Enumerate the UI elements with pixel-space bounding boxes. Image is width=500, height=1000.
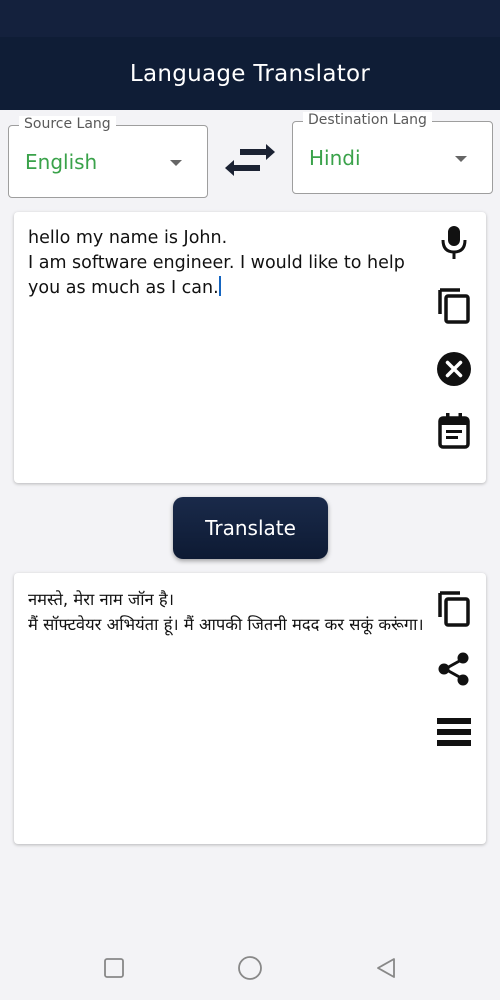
share-button[interactable] (434, 649, 474, 689)
swap-arrows-icon (225, 144, 275, 176)
destination-language-dropdown[interactable]: Destination Lang Hindi (292, 112, 493, 194)
source-language-dropdown[interactable]: Source Lang English (8, 116, 208, 198)
output-card: नमस्ते, मेरा नाम जॉन है। मैं सॉफ्टवेयर अ… (14, 573, 486, 844)
clear-input-button[interactable] (434, 349, 474, 389)
back-button[interactable] (371, 953, 401, 983)
chevron-down-icon (455, 156, 467, 162)
app-bar: Language Translator (0, 37, 500, 110)
input-text-area[interactable]: hello my name is John. I am software eng… (28, 226, 426, 301)
mic-button[interactable] (434, 222, 474, 262)
source-language-label: Source Lang (19, 116, 116, 132)
circle-icon (238, 956, 262, 980)
swap-languages-button[interactable] (222, 140, 278, 180)
copy-icon (438, 288, 470, 324)
output-text: नमस्ते, मेरा नाम जॉन है। मैं सॉफ्टवेयर अ… (28, 590, 424, 634)
copy-input-button[interactable] (434, 284, 474, 324)
mic-icon (441, 226, 467, 259)
copy-output-button[interactable] (434, 587, 474, 627)
calendar-icon (438, 413, 470, 449)
copy-icon (438, 591, 470, 627)
recents-button[interactable] (99, 953, 129, 983)
translate-button[interactable]: Translate (173, 497, 328, 559)
home-button[interactable] (235, 953, 265, 983)
app-title: Language Translator (129, 60, 371, 87)
destination-language-label: Destination Lang (303, 112, 432, 128)
share-icon (438, 652, 469, 686)
square-icon (104, 958, 124, 978)
destination-language-value: Hindi (309, 146, 361, 170)
notes-button[interactable] (434, 410, 474, 450)
input-card: hello my name is John. I am software eng… (14, 212, 486, 483)
text-cursor (218, 276, 221, 296)
close-circle-icon (437, 352, 471, 386)
source-language-value: English (25, 150, 98, 174)
list-button[interactable] (434, 712, 474, 752)
list-icon (437, 718, 471, 746)
navigation-bar (0, 940, 500, 1000)
triangle-back-icon (377, 958, 395, 978)
chevron-down-icon (170, 160, 182, 166)
status-bar (0, 0, 500, 37)
